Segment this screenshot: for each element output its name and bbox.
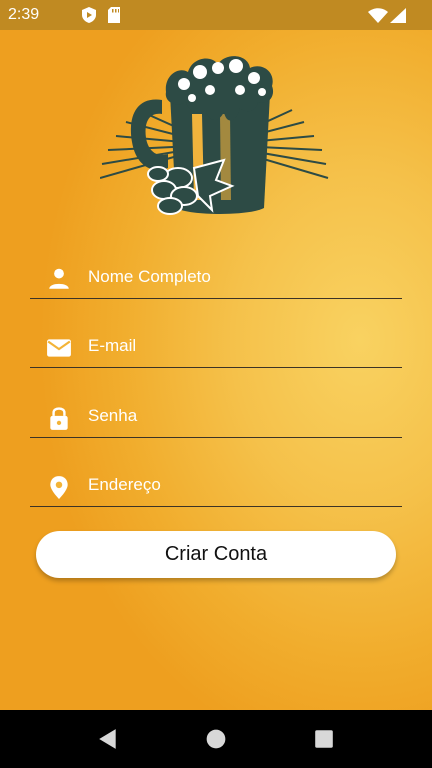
wifi-icon [368, 8, 388, 23]
location-pin-icon [50, 476, 68, 499]
address-placeholder: Endereço [88, 475, 161, 494]
mail-icon [47, 339, 71, 357]
screen: 2:39 Nome Completo E-mail Senha Endereço… [0, 0, 432, 768]
shield-icon [82, 7, 96, 23]
recents-icon[interactable] [313, 728, 335, 750]
address-field[interactable]: Endereço [30, 448, 402, 507]
email-placeholder: E-mail [88, 336, 137, 355]
sd-card-icon [108, 7, 120, 23]
person-icon [49, 268, 69, 289]
navigation-bar [0, 710, 432, 768]
lock-icon [50, 407, 68, 430]
full-name-field[interactable]: Nome Completo [30, 240, 402, 299]
battery-icon [390, 8, 406, 23]
password-placeholder: Senha [88, 406, 138, 425]
back-icon[interactable] [97, 728, 119, 750]
status-bar: 2:39 [0, 0, 432, 30]
create-account-button[interactable]: Criar Conta [36, 531, 396, 578]
email-field[interactable]: E-mail [30, 309, 402, 368]
home-icon[interactable] [205, 728, 227, 750]
password-field[interactable]: Senha [30, 379, 402, 438]
full-name-placeholder: Nome Completo [88, 267, 211, 286]
status-time: 2:39 [8, 6, 40, 23]
beer-mug-with-hops-icon [100, 56, 329, 215]
